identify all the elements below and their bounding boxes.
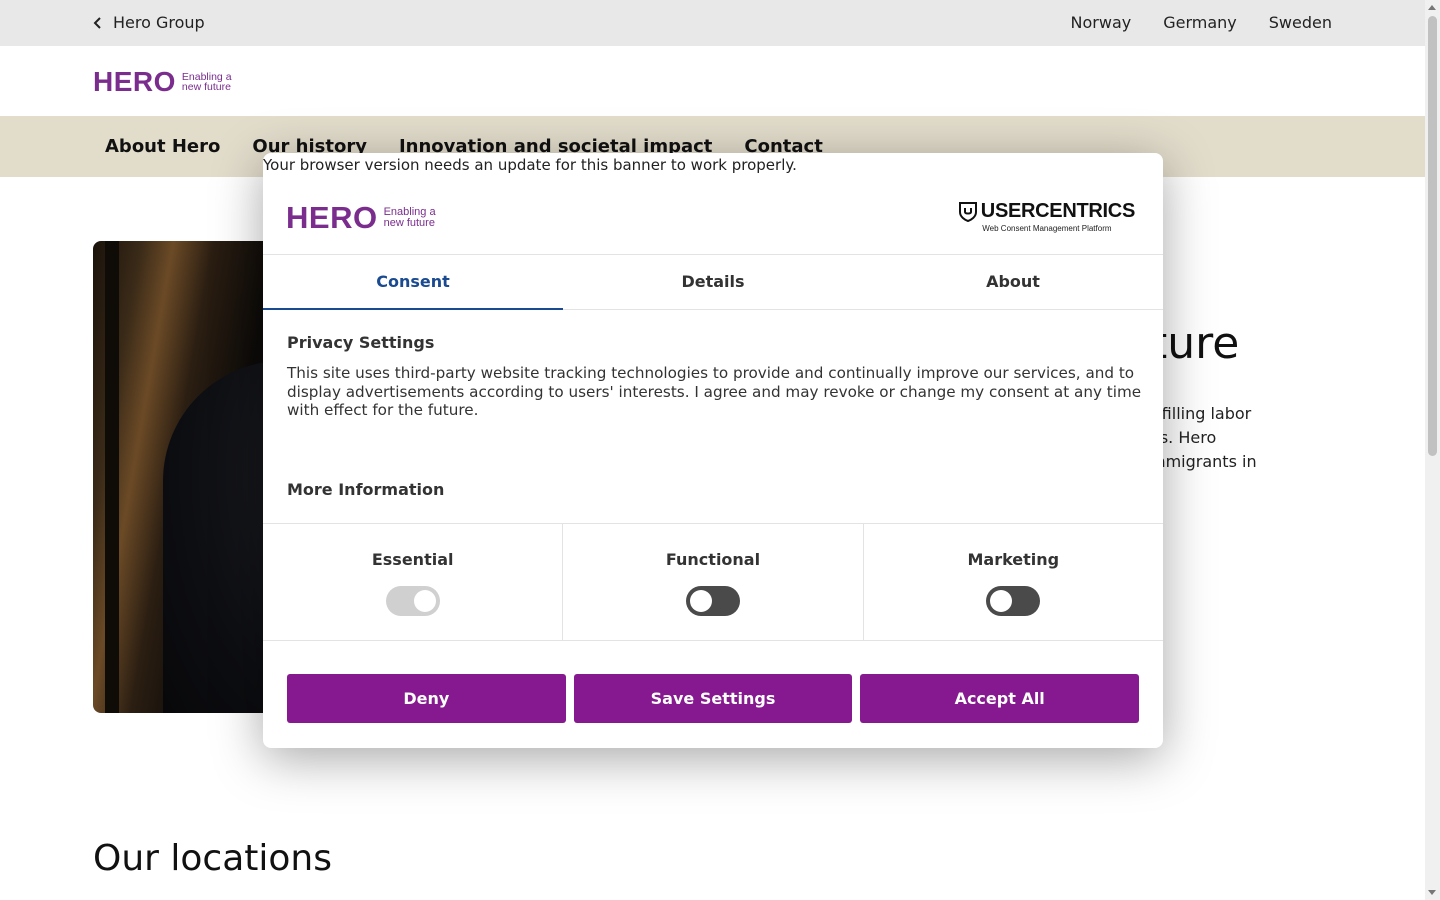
scroll-down-arrow-icon[interactable]	[1428, 890, 1436, 895]
country-link-sweden[interactable]: Sweden	[1269, 13, 1332, 32]
chevron-left-icon	[93, 16, 101, 29]
logo-wordmark: HERO	[93, 66, 176, 97]
shield-icon	[958, 201, 977, 222]
consent-buttons: Deny Save Settings Accept All	[287, 674, 1140, 723]
privacy-settings-title: Privacy Settings	[287, 333, 435, 352]
back-link-label: Hero Group	[113, 13, 205, 32]
nav-item-about-hero[interactable]: About Hero	[105, 136, 220, 157]
locations-heading: Our locations	[93, 838, 332, 879]
hero-title: ture	[1150, 318, 1240, 369]
hero-logo[interactable]: HERO Enabling a new future	[93, 66, 232, 98]
usercentrics-subtitle: Web Consent Management Platform	[982, 224, 1112, 233]
marketing-toggle[interactable]	[986, 586, 1041, 616]
tab-about[interactable]: About	[863, 255, 1163, 309]
category-functional: Functional	[563, 524, 864, 640]
category-label: Marketing	[967, 550, 1060, 569]
country-link-germany[interactable]: Germany	[1163, 13, 1237, 32]
usercentrics-logo: USERCENTRICS Web Consent Management Plat…	[958, 200, 1136, 233]
dialog-hero-logo: HERO Enabling a new future	[286, 200, 436, 236]
consent-dialog: HERO Enabling a new future USERCENTRICS W…	[263, 153, 1163, 748]
scrollbar-thumb[interactable]	[1428, 16, 1437, 456]
category-essential: Essential	[263, 524, 564, 640]
page-scrollbar[interactable]	[1425, 0, 1440, 900]
logo-tagline: Enabling a new future	[181, 70, 232, 93]
privacy-settings-text: This site uses third-party website track…	[287, 364, 1142, 419]
country-link-norway[interactable]: Norway	[1071, 13, 1132, 32]
logo-tagline: Enabling a new future	[383, 206, 436, 229]
site-header: HERO Enabling a new future	[0, 46, 1425, 116]
category-label: Functional	[665, 550, 761, 569]
save-settings-button[interactable]: Save Settings	[573, 674, 853, 723]
tab-consent[interactable]: Consent	[263, 255, 563, 310]
deny-button[interactable]: Deny	[287, 674, 566, 723]
essential-toggle	[385, 586, 440, 616]
hero-text: r filling labor es. Hero mmigrants in	[1150, 404, 1257, 471]
country-links: Norway Germany Sweden	[1071, 13, 1332, 32]
functional-toggle[interactable]	[685, 586, 740, 616]
consent-categories: Essential Functional Marketing	[263, 523, 1163, 641]
consent-tabs: Consent Details About	[263, 254, 1163, 310]
hero-group-back-link[interactable]: Hero Group	[93, 13, 205, 32]
browser-update-note: Your browser version needs an update for…	[263, 156, 797, 174]
tab-details[interactable]: Details	[563, 255, 863, 309]
logo-wordmark: HERO	[286, 200, 378, 235]
category-marketing: Marketing	[864, 524, 1163, 640]
scroll-up-arrow-icon[interactable]	[1428, 5, 1436, 10]
usercentrics-name: USERCENTRICS	[980, 200, 1136, 222]
category-label: Essential	[371, 550, 454, 569]
accept-all-button[interactable]: Accept All	[860, 674, 1140, 723]
top-bar: Hero Group Norway Germany Sweden	[0, 0, 1425, 46]
more-information-link[interactable]: More Information	[287, 480, 444, 499]
